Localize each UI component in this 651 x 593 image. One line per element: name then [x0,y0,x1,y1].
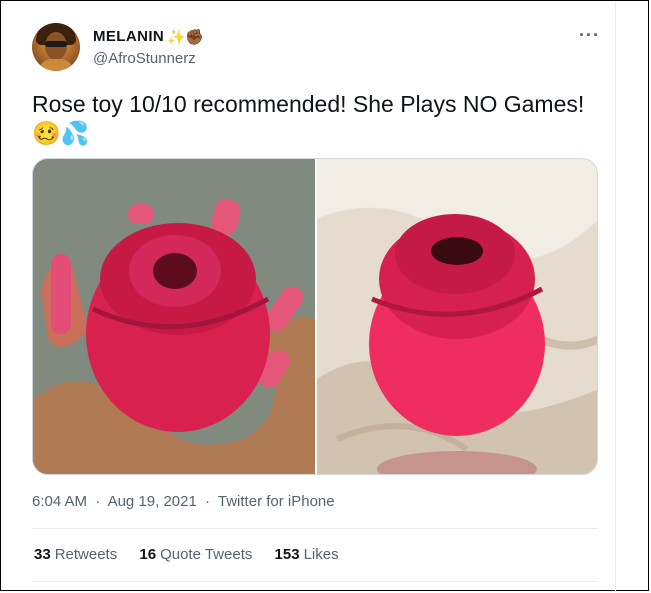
engagement-stats: 33 Retweets 16 Quote Tweets 153 Likes [34,546,357,563]
quotes-label: Quote Tweets [160,546,253,563]
meta-separator: · [95,493,101,510]
quote-tweets-stat[interactable]: 16 Quote Tweets [139,546,252,563]
rose-hand-illustration [33,159,315,474]
likes-label: Likes [303,546,339,563]
tweet-date[interactable]: Aug 19, 2021 [108,493,197,510]
divider-line-bottom [32,581,598,582]
avatar-body [38,59,74,71]
retweets-stat[interactable]: 33 Retweets [34,546,117,563]
meta-separator: · [204,493,210,510]
tweet-emojis: 🥴💦 [32,120,90,146]
display-name[interactable]: MELANIN [93,28,164,45]
avatar-sunglasses [45,41,67,47]
tweet-text: Rose toy 10/10 recommended! She Plays NO… [32,91,585,117]
photo-hand-holding-rose[interactable] [33,159,315,474]
tweet-source[interactable]: Twitter for iPhone [218,493,335,510]
user-handle[interactable]: @AfroStunnerz [93,50,196,67]
sparkles-emoji: ✨ [167,29,186,46]
raised-fist-emoji: ✊🏾 [185,29,204,46]
more-options-icon[interactable]: ··· [579,25,600,46]
window-frame: MELANIN ✨ ✊🏾 @AfroStunnerz ··· Rose toy … [0,0,649,592]
tweet-time[interactable]: 6:04 AM [32,493,87,510]
tweet-card[interactable]: MELANIN ✨ ✊🏾 @AfroStunnerz ··· Rose toy … [1,1,616,592]
quotes-count: 16 [139,546,157,563]
tweet-meta: 6:04 AM · Aug 19, 2021 · Twitter for iPh… [32,493,339,510]
media-grid[interactable] [32,158,598,475]
avatar[interactable] [32,23,80,71]
retweets-label: Retweets [54,546,118,563]
likes-count: 153 [274,546,300,563]
photo-rose-on-satin[interactable] [317,159,597,474]
retweets-count: 33 [34,546,51,563]
rose-satin-illustration [317,159,597,474]
likes-stat[interactable]: 153 Likes [275,546,339,563]
divider-line [32,528,598,529]
